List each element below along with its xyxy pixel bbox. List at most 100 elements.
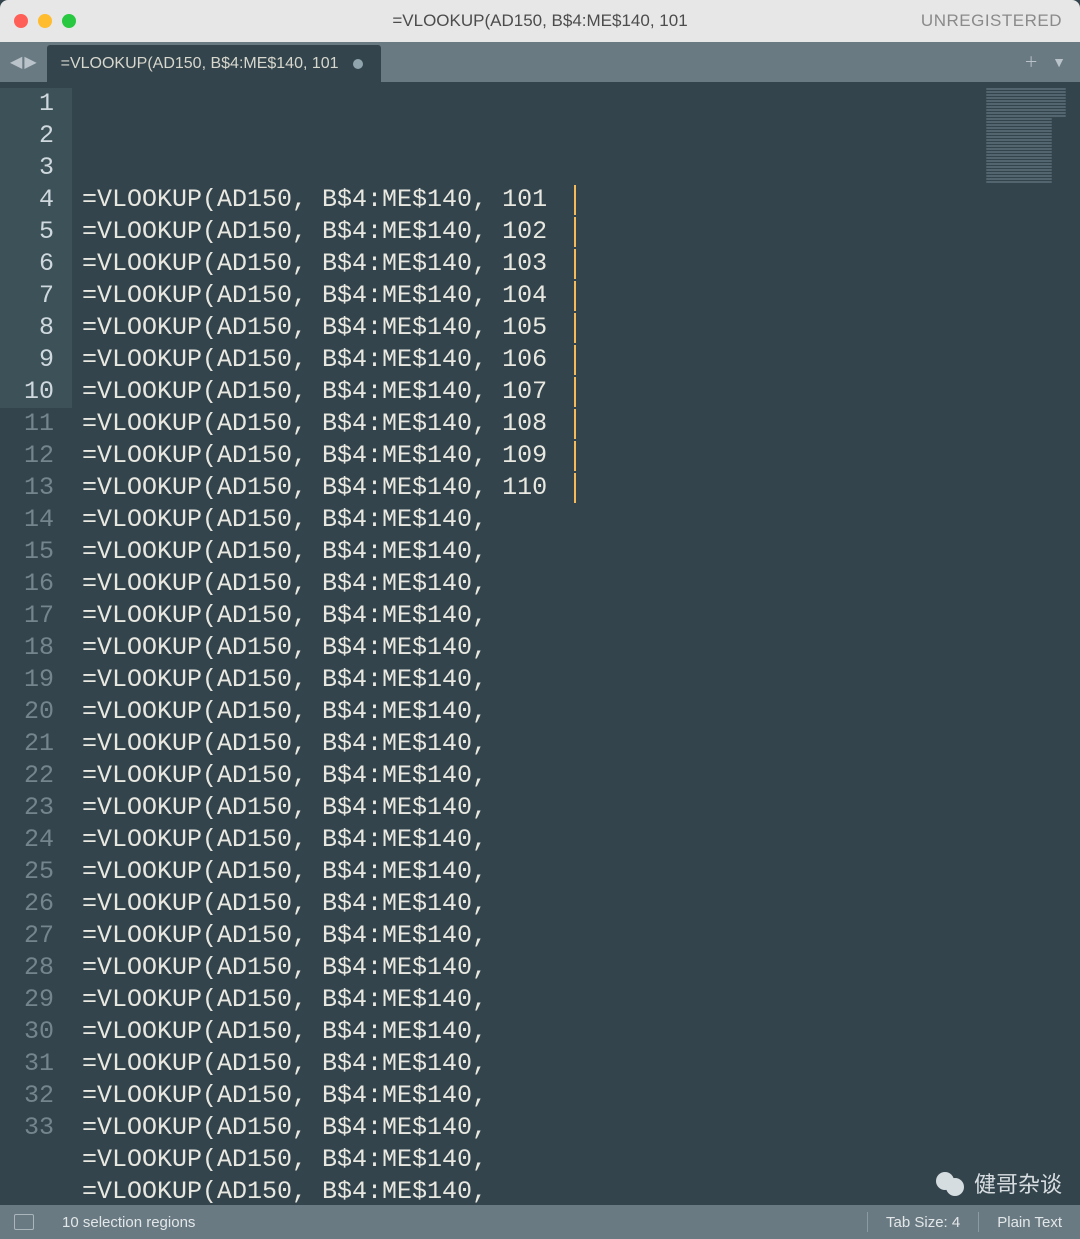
line-number[interactable]: 16 — [0, 568, 72, 600]
code-line[interactable]: =VLOOKUP(AD150, B$4:ME$140, — [82, 568, 1080, 600]
line-number[interactable]: 3 — [0, 152, 72, 184]
code-line[interactable]: =VLOOKUP(AD150, B$4:ME$140, 106 — [82, 344, 1080, 376]
line-number[interactable]: 33 — [0, 1112, 72, 1144]
code-line[interactable]: =VLOOKUP(AD150, B$4:ME$140, — [82, 920, 1080, 952]
line-number[interactable]: 15 — [0, 536, 72, 568]
nav-forward-icon[interactable]: ▶ — [24, 52, 36, 72]
minimap-line — [986, 148, 1052, 150]
panel-toggle-icon[interactable] — [14, 1214, 34, 1230]
code-line[interactable]: =VLOOKUP(AD150, B$4:ME$140, — [82, 760, 1080, 792]
minimap-line — [986, 142, 1052, 144]
text-editor[interactable]: 1234567891011121314151617181920212223242… — [0, 82, 1080, 1205]
text-cursor — [574, 409, 576, 439]
line-number[interactable]: 19 — [0, 664, 72, 696]
minimap-line — [986, 172, 1052, 174]
line-number[interactable]: 12 — [0, 440, 72, 472]
code-line[interactable]: =VLOOKUP(AD150, B$4:ME$140, — [82, 600, 1080, 632]
code-line[interactable]: =VLOOKUP(AD150, B$4:ME$140, 107 — [82, 376, 1080, 408]
code-line[interactable]: =VLOOKUP(AD150, B$4:ME$140, — [82, 856, 1080, 888]
line-number[interactable]: 14 — [0, 504, 72, 536]
minimap[interactable] — [986, 88, 1066, 184]
line-number[interactable]: 1 — [0, 88, 72, 120]
code-line[interactable]: =VLOOKUP(AD150, B$4:ME$140, 105 — [82, 312, 1080, 344]
line-number[interactable]: 29 — [0, 984, 72, 1016]
text-cursor — [574, 217, 576, 247]
file-tab[interactable]: =VLOOKUP(AD150, B$4:ME$140, 101 — [47, 45, 381, 82]
minimap-line — [986, 127, 1052, 129]
window-controls — [14, 14, 76, 28]
code-line[interactable]: =VLOOKUP(AD150, B$4:ME$140, — [82, 952, 1080, 984]
code-line[interactable]: =VLOOKUP(AD150, B$4:ME$140, 103 — [82, 248, 1080, 280]
code-line[interactable]: =VLOOKUP(AD150, B$4:ME$140, 109 — [82, 440, 1080, 472]
minimap-line — [986, 181, 1052, 183]
close-window-icon[interactable] — [14, 14, 28, 28]
code-line[interactable]: =VLOOKUP(AD150, B$4:ME$140, — [82, 504, 1080, 536]
line-number[interactable]: 21 — [0, 728, 72, 760]
line-number[interactable]: 5 — [0, 216, 72, 248]
code-line[interactable]: =VLOOKUP(AD150, B$4:ME$140, — [82, 1048, 1080, 1080]
minimap-line — [986, 163, 1052, 165]
code-line[interactable]: =VLOOKUP(AD150, B$4:ME$140, — [82, 1176, 1080, 1208]
code-line[interactable]: =VLOOKUP(AD150, B$4:ME$140, — [82, 1016, 1080, 1048]
line-number[interactable]: 8 — [0, 312, 72, 344]
line-number[interactable]: 23 — [0, 792, 72, 824]
line-number[interactable]: 18 — [0, 632, 72, 664]
line-number[interactable]: 30 — [0, 1016, 72, 1048]
code-line[interactable]: =VLOOKUP(AD150, B$4:ME$140, — [82, 632, 1080, 664]
minimap-line — [986, 124, 1052, 126]
line-number-gutter[interactable]: 1234567891011121314151617181920212223242… — [0, 82, 76, 1205]
code-line[interactable]: =VLOOKUP(AD150, B$4:ME$140, — [82, 888, 1080, 920]
code-line[interactable] — [82, 1208, 1080, 1239]
minimap-line — [986, 103, 1066, 105]
code-line[interactable]: =VLOOKUP(AD150, B$4:ME$140, — [82, 824, 1080, 856]
zoom-window-icon[interactable] — [62, 14, 76, 28]
line-number[interactable]: 11 — [0, 408, 72, 440]
code-line[interactable]: =VLOOKUP(AD150, B$4:ME$140, — [82, 696, 1080, 728]
code-line[interactable]: =VLOOKUP(AD150, B$4:ME$140, — [82, 536, 1080, 568]
code-area[interactable]: =VLOOKUP(AD150, B$4:ME$140, 101=VLOOKUP(… — [76, 82, 1080, 1205]
code-line[interactable]: =VLOOKUP(AD150, B$4:ME$140, — [82, 728, 1080, 760]
minimap-line — [986, 121, 1052, 123]
line-number[interactable]: 22 — [0, 760, 72, 792]
code-line[interactable]: =VLOOKUP(AD150, B$4:ME$140, — [82, 1080, 1080, 1112]
code-line[interactable]: =VLOOKUP(AD150, B$4:ME$140, — [82, 984, 1080, 1016]
line-number[interactable]: 6 — [0, 248, 72, 280]
minimize-window-icon[interactable] — [38, 14, 52, 28]
line-number[interactable]: 17 — [0, 600, 72, 632]
line-number[interactable]: 28 — [0, 952, 72, 984]
line-number[interactable]: 9 — [0, 344, 72, 376]
line-number[interactable]: 4 — [0, 184, 72, 216]
line-number[interactable]: 24 — [0, 824, 72, 856]
nav-back-icon[interactable]: ◀ — [10, 52, 22, 72]
code-line[interactable]: =VLOOKUP(AD150, B$4:ME$140, 104 — [82, 280, 1080, 312]
code-line[interactable]: =VLOOKUP(AD150, B$4:ME$140, — [82, 792, 1080, 824]
line-number[interactable]: 7 — [0, 280, 72, 312]
code-line[interactable]: =VLOOKUP(AD150, B$4:ME$140, 110 — [82, 472, 1080, 504]
text-cursor — [574, 281, 576, 311]
line-number[interactable]: 31 — [0, 1048, 72, 1080]
new-tab-icon[interactable]: ＋ — [1024, 52, 1038, 72]
minimap-line — [986, 175, 1052, 177]
minimap-line — [986, 145, 1052, 147]
line-number[interactable]: 2 — [0, 120, 72, 152]
line-number[interactable]: 13 — [0, 472, 72, 504]
text-cursor — [574, 185, 576, 215]
text-cursor — [574, 377, 576, 407]
code-line[interactable]: =VLOOKUP(AD150, B$4:ME$140, 102 — [82, 216, 1080, 248]
line-number[interactable]: 26 — [0, 888, 72, 920]
code-line[interactable]: =VLOOKUP(AD150, B$4:ME$140, 101 — [82, 184, 1080, 216]
code-line[interactable]: =VLOOKUP(AD150, B$4:ME$140, — [82, 1144, 1080, 1176]
tab-history-nav: ◀ ▶ — [0, 42, 47, 82]
code-line[interactable]: =VLOOKUP(AD150, B$4:ME$140, — [82, 664, 1080, 696]
line-number[interactable]: 25 — [0, 856, 72, 888]
line-number[interactable]: 27 — [0, 920, 72, 952]
line-number[interactable]: 32 — [0, 1080, 72, 1112]
code-line[interactable]: =VLOOKUP(AD150, B$4:ME$140, 108 — [82, 408, 1080, 440]
line-number[interactable]: 20 — [0, 696, 72, 728]
registration-status: UNREGISTERED — [921, 11, 1062, 31]
line-number[interactable]: 10 — [0, 376, 72, 408]
tab-menu-icon[interactable]: ▼ — [1052, 54, 1066, 70]
minimap-line — [986, 94, 1066, 96]
code-line[interactable]: =VLOOKUP(AD150, B$4:ME$140, — [82, 1112, 1080, 1144]
minimap-line — [986, 118, 1052, 120]
